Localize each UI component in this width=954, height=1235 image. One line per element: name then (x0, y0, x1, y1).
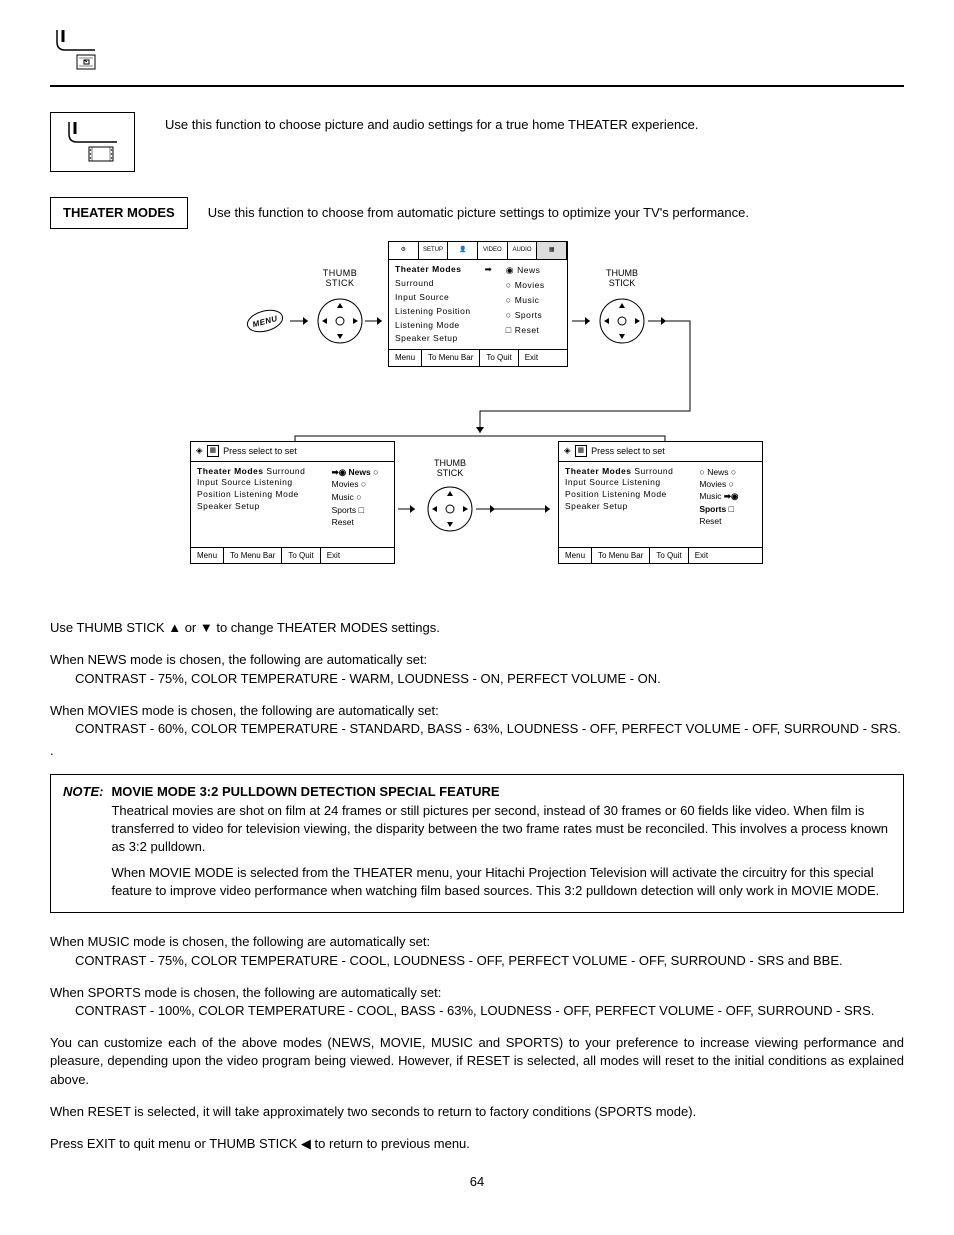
svg-text:STICK: STICK (609, 278, 636, 288)
p-music: When MUSIC mode is chosen, the following… (50, 933, 904, 969)
p-exit: Press EXIT to quit menu or THUMB STICK ◀… (50, 1135, 904, 1153)
page-number: 64 (50, 1173, 904, 1191)
svg-text:STICK: STICK (437, 468, 464, 478)
tab-corner-icon (55, 30, 100, 75)
stray-dot: . (50, 742, 904, 760)
divider (50, 85, 904, 87)
p-sports: When SPORTS mode is chosen, the followin… (50, 984, 904, 1020)
svg-text:THUMB: THUMB (606, 268, 638, 278)
theater-icon (50, 112, 135, 172)
p-reset: When RESET is selected, it will take app… (50, 1103, 904, 1121)
svg-text:THUMB: THUMB (323, 268, 358, 278)
p-customize: You can customize each of the above mode… (50, 1034, 904, 1089)
note-p1: Theatrical movies are shot on film at 24… (111, 803, 888, 854)
p-movies: When MOVIES mode is chosen, the followin… (50, 702, 904, 738)
note-label: NOTE: (63, 783, 103, 900)
svg-text:STICK: STICK (325, 278, 354, 288)
section-desc: Use this function to choose from automat… (208, 204, 749, 222)
intro-text: Use this function to choose picture and … (165, 112, 699, 134)
note-p2: When MOVIE MODE is selected from the THE… (111, 865, 879, 898)
p-thumbstick: Use THUMB STICK ▲ or ▼ to change THEATER… (50, 619, 904, 637)
note-box: NOTE: MOVIE MODE 3:2 PULLDOWN DETECTION … (50, 774, 904, 913)
section-label: THEATER MODES (50, 197, 188, 229)
note-title: MOVIE MODE 3:2 PULLDOWN DETECTION SPECIA… (111, 784, 499, 799)
menu-diagram: MENU THUMB STICK ⚙SETUP👤VIDEOAUDIO▦ Thea… (50, 241, 904, 601)
svg-text:THUMB: THUMB (434, 458, 466, 468)
p-news: When NEWS mode is chosen, the following … (50, 651, 904, 687)
